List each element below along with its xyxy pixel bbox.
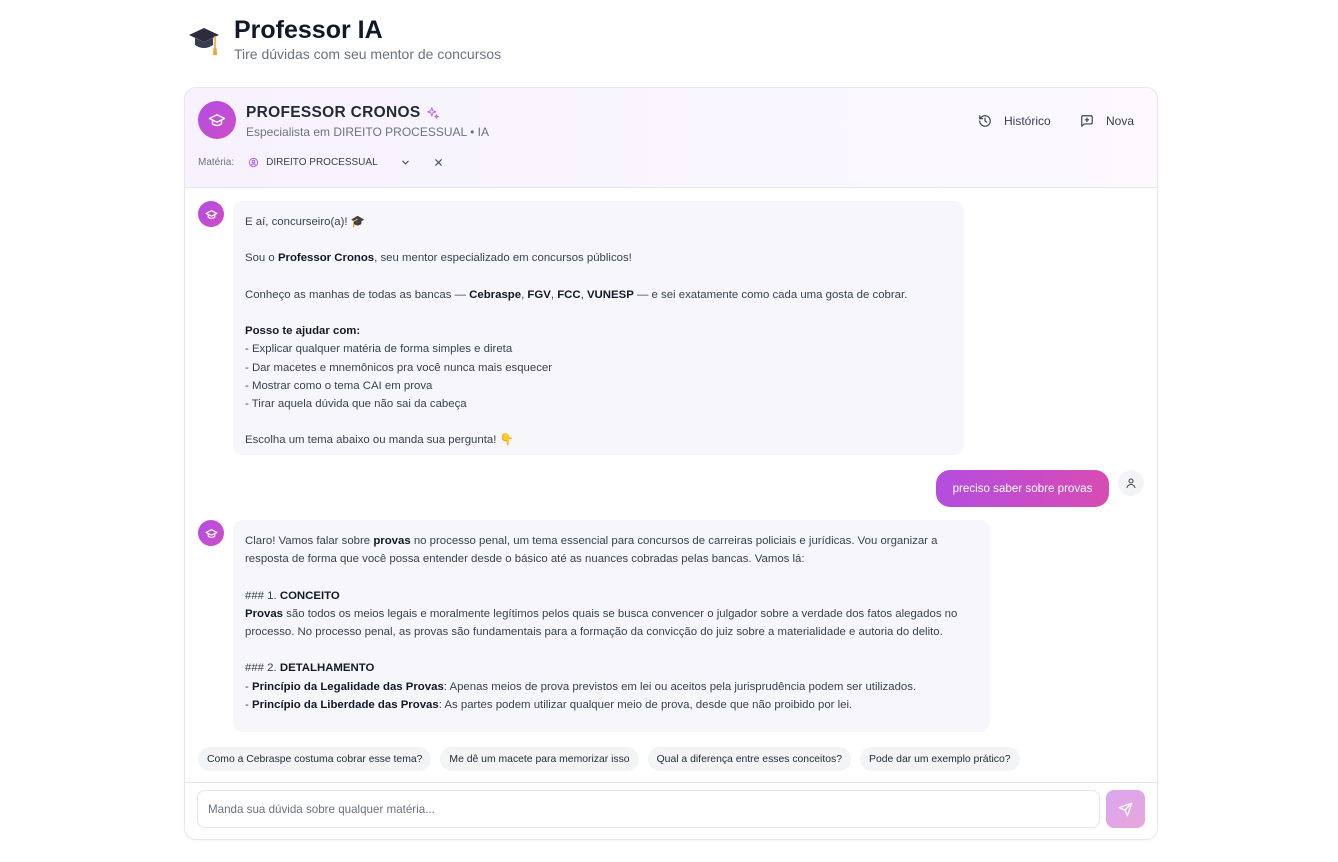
message-paragraph: Claro! Vamos falar sobre provas no proce…: [245, 535, 938, 566]
message-line: E aí, concurseiro(a)! 🎓: [245, 216, 365, 228]
new-chat-button-label: Nova: [1106, 114, 1135, 128]
assistant-message-avatar: [198, 520, 224, 546]
suggestion-chips: Como a Cebraspe costuma cobrar esse tema…: [198, 747, 1029, 771]
materia-row: Matéria: DIREITO PROCESSUAL: [198, 153, 444, 171]
user-icon: [1126, 478, 1136, 488]
assistant-name: PROFESSOR CRONOS: [246, 104, 440, 122]
page-header: Professor IA Tire dúvidas com seu mentor…: [188, 16, 501, 62]
composer: [185, 782, 1157, 839]
message-input[interactable]: [197, 790, 1100, 828]
history-icon: [979, 115, 991, 127]
history-button-label: Histórico: [1004, 114, 1051, 128]
message-heading: ### 1. CONCEITO: [245, 589, 340, 602]
assistant-name-label: PROFESSOR CRONOS: [246, 104, 421, 121]
message-heading: ### 2. DETALHAMENTO: [245, 662, 375, 675]
graduation-cap-icon: [204, 528, 218, 538]
close-icon: [434, 158, 442, 166]
history-button[interactable]: Histórico: [978, 112, 1051, 130]
send-icon: [1118, 802, 1133, 816]
chat-card: PROFESSOR CRONOS Especialista em DIREITO…: [184, 87, 1158, 840]
page-subtitle: Tire dúvidas com seu mentor de concursos: [234, 46, 502, 62]
graduation-cap-icon: [208, 114, 226, 127]
message-line: - Mostrar como o tema CAI em prova: [245, 379, 433, 392]
materia-select[interactable]: DIREITO PROCESSUAL: [248, 153, 411, 171]
materia-label: Matéria:: [198, 156, 235, 168]
suggestion-chip[interactable]: Como a Cebraspe costuma cobrar esse tema…: [198, 747, 432, 771]
message-line: - Princípio da Liberdade das Provas: As …: [245, 698, 853, 711]
suggestion-chip[interactable]: Me dê um macete para memorizar isso: [440, 747, 639, 771]
message-line: - Tirar aquela dúvida que não sai da cab…: [245, 397, 467, 410]
assistant-subtitle: Especialista em DIREITO PROCESSUAL • IA: [246, 125, 489, 139]
assistant-message-bubble: E aí, concurseiro(a)! 🎓 Sou o Professor …: [233, 201, 964, 455]
message-line: Conheço as manhas de todas as bancas — C…: [245, 288, 908, 301]
message-line: Sou o Professor Cronos, seu mentor espec…: [245, 252, 632, 265]
chevron-down-icon: [401, 160, 409, 165]
clear-materia-button[interactable]: [433, 157, 444, 168]
suggestion-chip[interactable]: Qual a diferença entre esses conceitos?: [647, 747, 852, 771]
chat-header: PROFESSOR CRONOS Especialista em DIREITO…: [185, 88, 1157, 188]
subject-icon: [249, 157, 259, 167]
message-line: Posso te ajudar com:: [245, 325, 361, 338]
sparkles-icon: [426, 106, 440, 120]
assistant-message-bubble: Claro! Vamos falar sobre provas no proce…: [233, 520, 990, 732]
graduation-cap-emoji-icon: [189, 28, 219, 55]
message-plus-icon: [1081, 115, 1093, 127]
message-line: - Explicar qualquer matéria de forma sim…: [245, 343, 513, 356]
suggestion-chip[interactable]: Pode dar um exemplo prático?: [860, 747, 1020, 771]
message-line: - Princípio da Legalidade das Provas: Ap…: [245, 680, 917, 693]
materia-selected-value: DIREITO PROCESSUAL: [266, 156, 378, 168]
send-button[interactable]: [1106, 790, 1145, 828]
message-paragraph: Provas são todos os meios legais e moral…: [245, 607, 958, 638]
new-chat-button[interactable]: Nova: [1080, 112, 1134, 130]
page-title: Professor IA: [234, 16, 383, 44]
user-message-bubble: preciso saber sobre provas: [936, 470, 1109, 507]
assistant-avatar: [198, 101, 236, 139]
assistant-message-avatar: [198, 201, 224, 227]
user-avatar: [1118, 470, 1144, 496]
message-line: - Dar macetes e mnemônicos pra você nunc…: [245, 361, 553, 374]
message-line: Escolha um tema abaixo ou manda sua perg…: [245, 434, 514, 447]
graduation-cap-icon: [204, 209, 218, 219]
